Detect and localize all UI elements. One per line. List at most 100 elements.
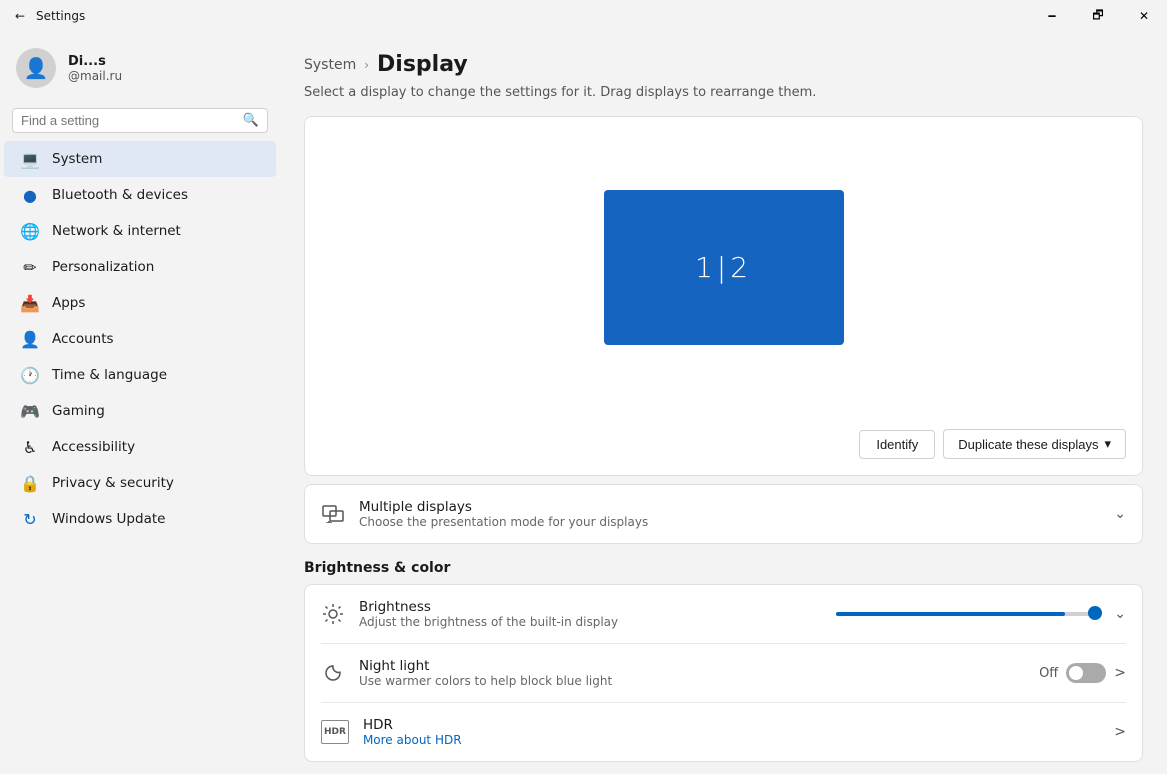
brightness-color-heading: Brightness & color — [304, 560, 1143, 576]
sidebar-item-time[interactable]: 🕐 Time & language — [4, 357, 276, 393]
display-label: 1|2 — [695, 251, 752, 284]
hdr-text: HDR More about HDR — [363, 717, 462, 747]
sidebar-item-label: Time & language — [52, 367, 167, 383]
network-icon: 🌐 — [20, 221, 40, 241]
night-light-title: Night light — [359, 658, 612, 674]
sidebar-item-label: Accessibility — [52, 439, 135, 455]
night-light-text: Night light Use warmer colors to help bl… — [359, 658, 612, 688]
setting-row-left: Multiple displays Choose the presentatio… — [321, 499, 648, 529]
search-input[interactable] — [21, 113, 237, 128]
sidebar-item-network[interactable]: 🌐 Network & internet — [4, 213, 276, 249]
sidebar-item-label: Personalization — [52, 259, 154, 275]
sidebar-item-system[interactable]: 💻 System — [4, 141, 276, 177]
sidebar-item-label: Network & internet — [52, 223, 181, 239]
brightness-subtitle: Adjust the brightness of the built-in di… — [359, 615, 618, 629]
multiple-displays-chevron: ⌄ — [1114, 506, 1126, 522]
night-light-chevron: > — [1114, 665, 1126, 681]
hdr-chevron: > — [1114, 724, 1126, 740]
brightness-text: Brightness Adjust the brightness of the … — [359, 599, 618, 629]
hdr-link[interactable]: More about HDR — [363, 733, 462, 747]
avatar: 👤 — [16, 48, 56, 88]
hdr-icon: HDR — [321, 720, 349, 744]
multiple-displays-card: Multiple displays Choose the presentatio… — [304, 484, 1143, 544]
duplicate-label: Duplicate these displays — [958, 437, 1098, 452]
multiple-displays-row[interactable]: Multiple displays Choose the presentatio… — [305, 485, 1142, 543]
search-box: 🔍 — [12, 108, 268, 133]
slider-fill — [836, 612, 1065, 616]
user-name: Di...s — [68, 54, 122, 69]
hdr-title: HDR — [363, 717, 462, 733]
avatar-icon: 👤 — [24, 56, 49, 80]
main-content: System › Display Select a display to cha… — [280, 32, 1167, 774]
hdr-row[interactable]: HDR HDR More about HDR > — [305, 703, 1142, 761]
toggle-knob — [1069, 666, 1083, 680]
sidebar-item-gaming[interactable]: 🎮 Gaming — [4, 393, 276, 429]
app-body: 👤 Di...s @mail.ru 🔍 💻 System ● Bluetooth… — [0, 32, 1167, 774]
multiple-displays-subtitle: Choose the presentation mode for your di… — [359, 515, 648, 529]
night-light-left: Night light Use warmer colors to help bl… — [321, 658, 612, 688]
brightness-left: Brightness Adjust the brightness of the … — [321, 599, 618, 629]
hdr-left: HDR HDR More about HDR — [321, 717, 462, 747]
brightness-chevron: ⌄ — [1114, 606, 1126, 622]
brightness-slider[interactable] — [836, 612, 1096, 616]
slider-thumb[interactable] — [1088, 606, 1102, 620]
titlebar-left: ← Settings — [12, 8, 85, 24]
sidebar-item-label: Windows Update — [52, 511, 165, 527]
sidebar-item-privacy[interactable]: 🔒 Privacy & security — [4, 465, 276, 501]
identify-button[interactable]: Identify — [859, 430, 935, 459]
display-monitor[interactable]: 1|2 — [604, 190, 844, 345]
sidebar-item-label: System — [52, 151, 102, 167]
slider-area: ⌄ — [618, 606, 1126, 622]
accessibility-icon: ♿ — [20, 437, 40, 457]
display-preview-card: 1|2 Identify Duplicate these displays ▾ — [304, 116, 1143, 476]
sidebar-item-apps[interactable]: 📥 Apps — [4, 285, 276, 321]
sidebar-item-bluetooth[interactable]: ● Bluetooth & devices — [4, 177, 276, 213]
display-preview-area: 1|2 — [305, 117, 1142, 417]
privacy-icon: 🔒 — [20, 473, 40, 493]
duplicate-button[interactable]: Duplicate these displays ▾ — [943, 429, 1126, 459]
time-icon: 🕐 — [20, 365, 40, 385]
sidebar: 👤 Di...s @mail.ru 🔍 💻 System ● Bluetooth… — [0, 32, 280, 774]
gaming-icon: 🎮 — [20, 401, 40, 421]
brightness-color-card: Brightness Adjust the brightness of the … — [304, 584, 1143, 762]
display-actions: Identify Duplicate these displays ▾ — [305, 417, 1142, 475]
system-icon: 💻 — [20, 149, 40, 169]
sidebar-item-label: Bluetooth & devices — [52, 187, 188, 203]
brightness-icon — [321, 602, 345, 626]
page-subtitle: Select a display to change the settings … — [304, 85, 1143, 100]
user-email: @mail.ru — [68, 69, 122, 83]
titlebar: ← Settings 🗕 🗗 ✕ — [0, 0, 1167, 32]
maximize-button[interactable]: 🗗 — [1075, 0, 1121, 32]
night-light-row[interactable]: Night light Use warmer colors to help bl… — [305, 644, 1142, 702]
search-icon: 🔍 — [243, 113, 259, 128]
back-button[interactable]: ← — [12, 8, 28, 24]
page-title: Display — [377, 52, 468, 77]
sidebar-item-accessibility[interactable]: ♿ Accessibility — [4, 429, 276, 465]
apps-icon: 📥 — [20, 293, 40, 313]
titlebar-controls: 🗕 🗗 ✕ — [1029, 0, 1167, 32]
close-button[interactable]: ✕ — [1121, 0, 1167, 32]
app-title: Settings — [36, 9, 85, 23]
sidebar-item-label: Accounts — [52, 331, 114, 347]
sidebar-item-label: Privacy & security — [52, 475, 174, 491]
sidebar-item-windows-update[interactable]: ↻ Windows Update — [4, 501, 276, 537]
sidebar-item-label: Apps — [52, 295, 85, 311]
accounts-icon: 👤 — [20, 329, 40, 349]
breadcrumb-parent[interactable]: System — [304, 57, 356, 73]
night-light-subtitle: Use warmer colors to help block blue lig… — [359, 674, 612, 688]
breadcrumb-arrow: › — [364, 58, 369, 72]
sidebar-item-label: Gaming — [52, 403, 105, 419]
minimize-button[interactable]: 🗕 — [1029, 0, 1075, 32]
night-light-toggle[interactable] — [1066, 663, 1106, 683]
windows-update-icon: ↻ — [20, 509, 40, 529]
multiple-displays-title: Multiple displays — [359, 499, 648, 515]
sidebar-item-personalization[interactable]: ✏ Personalization — [4, 249, 276, 285]
breadcrumb: System › Display — [304, 52, 1143, 77]
user-section[interactable]: 👤 Di...s @mail.ru — [0, 32, 280, 104]
night-light-status: Off — [1039, 666, 1058, 681]
night-light-icon — [321, 661, 345, 685]
sidebar-item-accounts[interactable]: 👤 Accounts — [4, 321, 276, 357]
duplicate-chevron: ▾ — [1104, 436, 1111, 452]
brightness-title: Brightness — [359, 599, 618, 615]
multiple-displays-icon — [321, 502, 345, 526]
